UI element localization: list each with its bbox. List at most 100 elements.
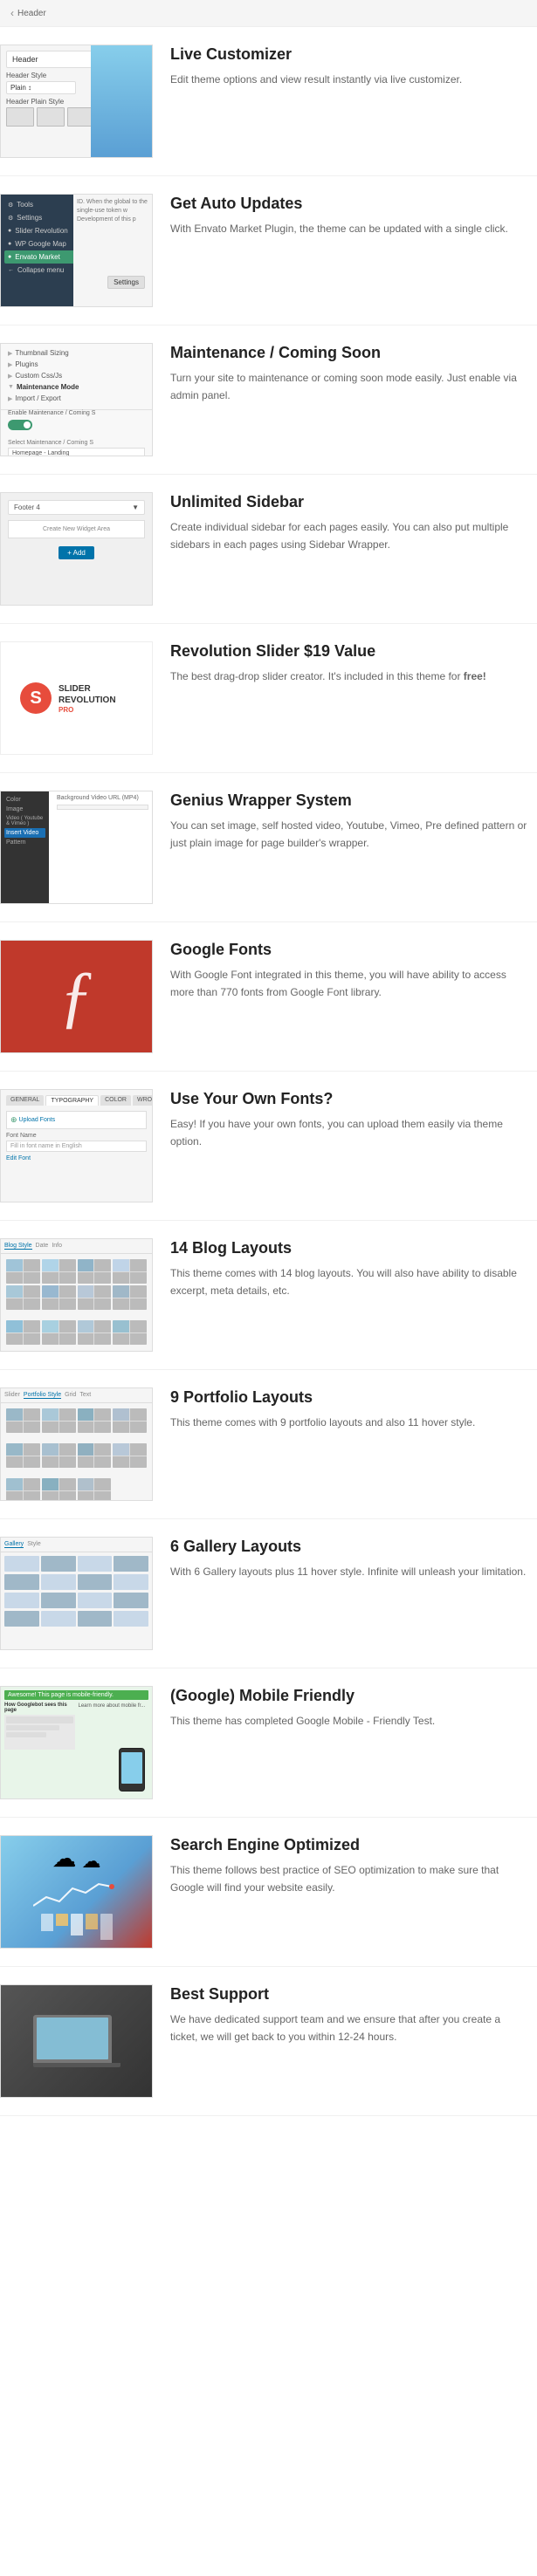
portfolio-tabs: Slider Portfolio Style Grid Text bbox=[1, 1388, 152, 1403]
portfolio-layout-10 bbox=[42, 1478, 76, 1501]
feature-title-sidebar: Unlimited Sidebar bbox=[170, 492, 528, 512]
feature-text-updates: Get Auto Updates With Envato Market Plug… bbox=[170, 194, 537, 238]
add-widget-button[interactable]: + Add bbox=[59, 546, 94, 559]
feature-desc-portfolio: This theme comes with 9 portfolio layout… bbox=[170, 1415, 528, 1431]
font-name-input[interactable]: Fill in font name in English bbox=[6, 1141, 147, 1152]
feature-text-customizer: Live Customizer Edit theme options and v… bbox=[170, 45, 537, 89]
sidebar-dropdown[interactable]: Footer 4 ▼ bbox=[8, 500, 145, 515]
tab-general[interactable]: GENERAL bbox=[6, 1095, 44, 1106]
gallery-cell bbox=[78, 1574, 113, 1590]
edit-font-link[interactable]: Edit Font bbox=[6, 1155, 147, 1161]
header-style-select[interactable]: Plain ↕ bbox=[6, 81, 76, 94]
wrapper-sidebar: Color Image Video ( Youtube & Vimeo ) In… bbox=[1, 791, 49, 903]
page-title: Header bbox=[17, 9, 46, 18]
blog-layout-9 bbox=[6, 1320, 40, 1345]
feature-text-seo: Search Engine Optimized This theme follo… bbox=[170, 1835, 537, 1896]
feature-image-seo: ☁ ☁ bbox=[0, 1835, 153, 1949]
feature-desc-fonts: With Google Font integrated in this them… bbox=[170, 967, 528, 1000]
portfolio-layout-6 bbox=[42, 1443, 76, 1468]
feature-text-blog: 14 Blog Layouts This theme comes with 14… bbox=[170, 1238, 537, 1299]
enable-maintenance-label: Enable Maintenance / Coming S bbox=[8, 410, 145, 416]
back-arrow-icon[interactable]: ‹ bbox=[10, 7, 14, 19]
feature-own-fonts: GENERAL TYPOGRAPHY COLOR WROO ⊕ Upload F… bbox=[0, 1072, 537, 1221]
gallery-tabs: Gallery Style bbox=[1, 1538, 152, 1552]
wrapper-url-input[interactable] bbox=[57, 805, 148, 810]
feature-image-sidebar: Footer 4 ▼ Create New Widget Area + Add bbox=[0, 492, 153, 606]
feature-desc-gallery: With 6 Gallery layouts plus 11 hover sty… bbox=[170, 1564, 528, 1580]
tab-typography[interactable]: TYPOGRAPHY bbox=[45, 1095, 99, 1106]
feature-title-portfolio: 9 Portfolio Layouts bbox=[170, 1387, 528, 1408]
create-widget-area: Create New Widget Area bbox=[8, 520, 145, 538]
slider-name: SLIDER REVOLUTION bbox=[59, 683, 134, 706]
maint-item-maintenance: ▼ Maintenance Mode bbox=[4, 381, 148, 393]
gallery-cell bbox=[4, 1593, 39, 1608]
portfolio-layout-4 bbox=[113, 1408, 147, 1433]
mobile-googlebot-panel: How Googlebot sees this page bbox=[4, 1702, 75, 1750]
gallery-tab-style[interactable]: Style bbox=[27, 1541, 41, 1548]
feature-image-customizer: Header Header Style Plain ↕ Header Plain… bbox=[0, 45, 153, 158]
feature-desc-slider: The best drag-drop slider creator. It's … bbox=[170, 668, 528, 685]
cloud-icon: ☁ bbox=[52, 1844, 77, 1873]
feature-title-seo: Search Engine Optimized bbox=[170, 1835, 528, 1855]
feature-title-support: Best Support bbox=[170, 1984, 528, 2004]
gallery-tab-gallery[interactable]: Gallery bbox=[4, 1541, 24, 1548]
blog-tabs: Blog Style Date Info bbox=[1, 1239, 152, 1254]
gallery-row-3 bbox=[4, 1593, 148, 1608]
portfolio-tab-grid[interactable]: Grid bbox=[65, 1392, 76, 1399]
maint-item-thumbnail: ▶ Thumbnail Sizing bbox=[4, 347, 148, 359]
gallery-cell bbox=[114, 1574, 148, 1590]
wrapper-menu-color: Color bbox=[4, 795, 45, 805]
portfolio-layout-5 bbox=[6, 1443, 40, 1468]
gallery-cell bbox=[78, 1556, 113, 1572]
customizer-preview bbox=[91, 45, 152, 157]
tab-color[interactable]: COLOR bbox=[100, 1095, 131, 1106]
feature-auto-updates: ⚙ Tools ⚙ Settings ● Slider Revolution ●… bbox=[0, 176, 537, 325]
feature-image-own-fonts: GENERAL TYPOGRAPHY COLOR WROO ⊕ Upload F… bbox=[0, 1089, 153, 1202]
updates-right-panel: ID. When the global to the single-use to… bbox=[73, 195, 152, 306]
blog-layouts-row2 bbox=[1, 1315, 152, 1350]
slider-brand-text: SLIDER REVOLUTION PRO bbox=[59, 683, 134, 714]
feature-image-portfolio: Slider Portfolio Style Grid Text bbox=[0, 1387, 153, 1501]
feature-image-slider: S SLIDER REVOLUTION PRO bbox=[0, 641, 153, 755]
feature-title-customizer: Live Customizer bbox=[170, 45, 528, 65]
blog-tab-style[interactable]: Blog Style bbox=[4, 1243, 32, 1250]
tab-wroo[interactable]: WROO bbox=[133, 1095, 153, 1106]
feature-sidebar: Footer 4 ▼ Create New Widget Area + Add … bbox=[0, 475, 537, 624]
maintenance-select[interactable]: Homepage - Landing bbox=[8, 448, 145, 456]
gallery-cell bbox=[41, 1611, 76, 1627]
select-maintenance-label: Select Maintenance / Coming S bbox=[8, 440, 145, 446]
feature-image-support bbox=[0, 1984, 153, 2098]
maint-item-css: ▶ Custom Css/Js bbox=[4, 370, 148, 381]
feature-mobile: Awesome! This page is mobile-friendly. H… bbox=[0, 1668, 537, 1818]
feature-desc-support: We have dedicated support team and we en… bbox=[170, 2011, 528, 2045]
feature-text-own-fonts: Use Your Own Fonts? Easy! If you have yo… bbox=[170, 1089, 537, 1150]
portfolio-layout-7 bbox=[78, 1443, 112, 1468]
upload-fonts-button[interactable]: ⊕ Upload Fonts bbox=[6, 1111, 147, 1129]
laptop-base bbox=[33, 2063, 120, 2067]
feature-desc-maintenance: Turn your site to maintenance or coming … bbox=[170, 370, 528, 403]
feature-desc-updates: With Envato Market Plugin, the theme can… bbox=[170, 221, 528, 237]
seo-visual: ☁ ☁ bbox=[33, 1844, 120, 1940]
feature-desc-seo: This theme follows best practice of SEO … bbox=[170, 1862, 528, 1895]
feature-maintenance: ▶ Thumbnail Sizing ▶ Plugins ▶ Custom Cs… bbox=[0, 325, 537, 475]
feature-portfolio: Slider Portfolio Style Grid Text 9 Portf… bbox=[0, 1370, 537, 1519]
portfolio-grid-3 bbox=[1, 1473, 152, 1501]
maint-item-plugins: ▶ Plugins bbox=[4, 359, 148, 370]
gallery-cell bbox=[41, 1593, 76, 1608]
blog-tab-date[interactable]: Date bbox=[36, 1243, 49, 1250]
maintenance-toggle[interactable] bbox=[8, 420, 32, 430]
feature-blog: Blog Style Date Info 14 Blog Layouts Thi… bbox=[0, 1221, 537, 1370]
portfolio-tab-style[interactable]: Portfolio Style bbox=[24, 1392, 61, 1399]
gallery-cell bbox=[4, 1556, 39, 1572]
gallery-grid bbox=[1, 1552, 152, 1633]
feature-google-fonts: ƒ Google Fonts With Google Font integrat… bbox=[0, 922, 537, 1072]
blog-layout-2 bbox=[42, 1259, 76, 1284]
portfolio-tab-slider[interactable]: Slider bbox=[4, 1392, 20, 1399]
blog-tab-info[interactable]: Info bbox=[52, 1243, 62, 1250]
portfolio-tab-text[interactable]: Text bbox=[79, 1392, 91, 1399]
settings-button[interactable]: Settings bbox=[107, 276, 145, 289]
support-visual bbox=[1, 1985, 152, 2097]
feature-image-blog: Blog Style Date Info bbox=[0, 1238, 153, 1352]
portfolio-grid-1 bbox=[1, 1403, 152, 1438]
gallery-cell bbox=[114, 1611, 148, 1627]
